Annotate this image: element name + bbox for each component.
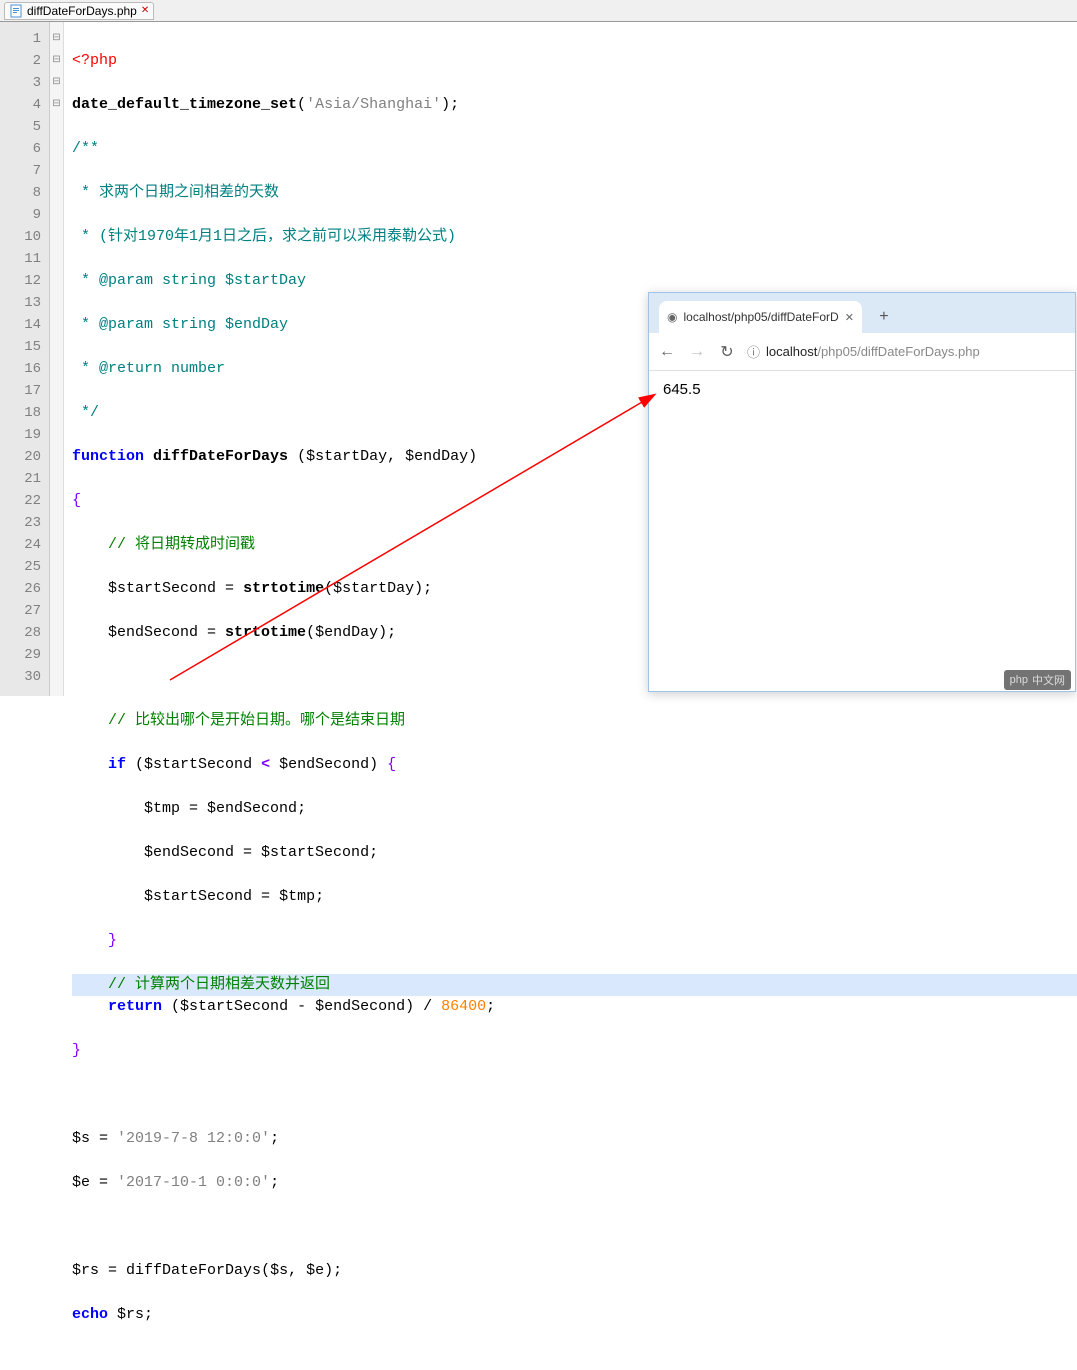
line-number: 19 — [0, 424, 41, 446]
line-number: 17 — [0, 380, 41, 402]
back-button[interactable]: ← — [657, 343, 677, 361]
globe-icon: ◉ — [667, 310, 677, 324]
browser-tab-title: localhost/php05/diffDateForD — [683, 310, 838, 324]
browser-viewport: 645.5 — [649, 371, 1075, 408]
line-number: 16 — [0, 358, 41, 380]
line-number: 9 — [0, 204, 41, 226]
watermark-text: 中文网 — [1032, 672, 1065, 688]
line-number: 29 — [0, 644, 41, 666]
line-number: 5 — [0, 116, 41, 138]
line-number: 12 — [0, 270, 41, 292]
fn-call: date_default_timezone_set — [72, 96, 297, 113]
close-icon[interactable]: ✕ — [141, 5, 149, 16]
plus-icon: + — [879, 308, 889, 326]
file-tab[interactable]: diffDateForDays.php ✕ — [4, 2, 154, 20]
line-gutter: 1234567891011121314151617181920212223242… — [0, 22, 50, 696]
browser-tabstrip: ◉ localhost/php05/diffDateForD ✕ + — [649, 293, 1075, 333]
address-bar[interactable]: ⓘ localhost/php05/diffDateForDays.php — [747, 342, 1067, 361]
close-icon[interactable]: ✕ — [845, 311, 854, 324]
line-number: 26 — [0, 578, 41, 600]
editor-tabs: diffDateForDays.php ✕ — [0, 0, 1077, 22]
browser-window: ◉ localhost/php05/diffDateForD ✕ + ← → ↻… — [648, 292, 1076, 692]
line-number: 14 — [0, 314, 41, 336]
new-tab-button[interactable]: + — [870, 303, 898, 331]
browser-toolbar: ← → ↻ ⓘ localhost/php05/diffDateForDays.… — [649, 333, 1075, 371]
line-number: 1 — [0, 28, 41, 50]
line-number: 30 — [0, 666, 41, 688]
fold-marker[interactable]: ⊟ — [50, 94, 63, 116]
line-number: 7 — [0, 160, 41, 182]
line-number: 2 — [0, 50, 41, 72]
php-open-tag: <?php — [72, 52, 117, 69]
line-number: 18 — [0, 402, 41, 424]
line-number: 13 — [0, 292, 41, 314]
line-number: 21 — [0, 468, 41, 490]
line-number: 22 — [0, 490, 41, 512]
line-number: 3 — [0, 72, 41, 94]
url-host: localhost — [766, 344, 817, 359]
fold-marker[interactable]: ⊟ — [50, 28, 63, 50]
watermark: php 中文网 — [1004, 670, 1071, 690]
browser-tab[interactable]: ◉ localhost/php05/diffDateForD ✕ — [659, 301, 862, 333]
line-number: 6 — [0, 138, 41, 160]
url-path: /php05/diffDateForDays.php — [817, 344, 979, 359]
line-number: 28 — [0, 622, 41, 644]
line-number: 4 — [0, 94, 41, 116]
line-number: 10 — [0, 226, 41, 248]
reload-button[interactable]: ↻ — [717, 342, 737, 362]
line-number: 11 — [0, 248, 41, 270]
fold-column: ⊟⊟⊟⊟ — [50, 22, 64, 696]
watermark-prefix: php — [1010, 674, 1028, 686]
line-number: 8 — [0, 182, 41, 204]
fold-marker[interactable]: ⊟ — [50, 72, 63, 94]
line-number: 25 — [0, 556, 41, 578]
file-tab-label: diffDateForDays.php — [27, 4, 137, 18]
file-icon — [9, 4, 23, 18]
line-number: 27 — [0, 600, 41, 622]
line-number: 20 — [0, 446, 41, 468]
line-number: 24 — [0, 534, 41, 556]
info-icon[interactable]: ⓘ — [747, 342, 760, 361]
fold-marker[interactable]: ⊟ — [50, 50, 63, 72]
line-number: 15 — [0, 336, 41, 358]
page-output: 645.5 — [663, 381, 701, 398]
line-number: 23 — [0, 512, 41, 534]
forward-button[interactable]: → — [687, 343, 707, 361]
